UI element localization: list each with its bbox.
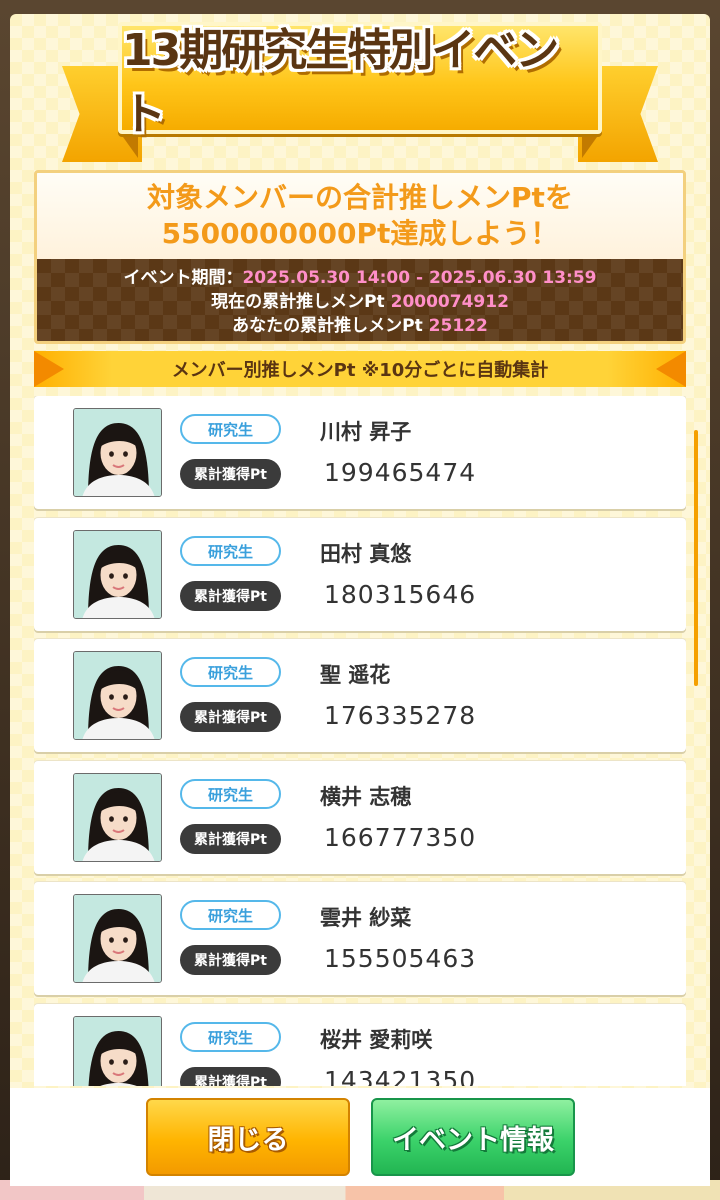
member-points: 180315646 bbox=[324, 580, 477, 609]
goal-description: 対象メンバーの合計推しメンPtを 5500000000Pt達成しよう！ bbox=[37, 173, 683, 259]
member-name: 聖 遥花 bbox=[320, 663, 391, 687]
rank-badge: 研究生 bbox=[180, 1022, 281, 1052]
rank-badge: 研究生 bbox=[180, 779, 281, 809]
member-name: 雲井 紗菜 bbox=[320, 906, 412, 930]
points-label-badge: 累計獲得Pt bbox=[180, 581, 281, 611]
portrait-silhouette bbox=[74, 652, 161, 739]
current-total-label: 現在の累計推しメンPt bbox=[211, 291, 391, 312]
member-card[interactable]: 研究生 累計獲得Pt 聖 遥花 176335278 bbox=[34, 639, 686, 752]
points-label-badge: 累計獲得Pt bbox=[180, 702, 281, 732]
member-name: 横井 志穂 bbox=[320, 785, 412, 809]
event-period-value: 2025.05.30 14:00 - 2025.06.30 13:59 bbox=[242, 267, 597, 288]
member-points: 166777350 bbox=[324, 823, 477, 852]
points-label-badge: 累計獲得Pt bbox=[180, 459, 281, 489]
rank-badge: 研究生 bbox=[180, 900, 281, 930]
points-label-badge: 累計獲得Pt bbox=[180, 1067, 281, 1086]
member-list[interactable]: 研究生 累計獲得Pt 川村 昇子 199465474 研究生 累計獲得Pt 田村… bbox=[34, 396, 686, 1086]
member-photo bbox=[73, 894, 162, 983]
your-total-value: 25122 bbox=[428, 315, 488, 336]
portrait-silhouette bbox=[74, 531, 161, 618]
member-card[interactable]: 研究生 累計獲得Pt 川村 昇子 199465474 bbox=[34, 396, 686, 509]
member-points-header: メンバー別推しメンPt ※10分ごとに自動集計 bbox=[34, 351, 686, 387]
your-total: あなたの累計推しメンPt 25122 bbox=[232, 314, 488, 338]
event-period-label: イベント期間： bbox=[123, 267, 243, 288]
member-photo bbox=[73, 1016, 162, 1086]
member-card[interactable]: 研究生 累計獲得Pt 田村 真悠 180315646 bbox=[34, 518, 686, 631]
title-banner: 13期研究生特別イベント bbox=[118, 22, 602, 140]
points-label-badge: 累計獲得Pt bbox=[180, 945, 281, 975]
event-title: 13期研究生特別イベント bbox=[122, 25, 559, 140]
member-photo bbox=[73, 408, 162, 497]
member-points-header-label: メンバー別推しメンPt ※10分ごとに自動集計 bbox=[171, 360, 549, 381]
member-card[interactable]: 研究生 累計獲得Pt 雲井 紗菜 155505463 bbox=[34, 882, 686, 995]
current-total-value: 2000074912 bbox=[390, 291, 509, 312]
member-points: 176335278 bbox=[324, 701, 477, 730]
member-name: 桜井 愛莉咲 bbox=[320, 1028, 433, 1052]
member-photo bbox=[73, 530, 162, 619]
member-photo bbox=[73, 651, 162, 740]
goal-line-2: 5500000000Pt達成しよう！ bbox=[161, 217, 559, 250]
portrait-silhouette bbox=[74, 774, 161, 861]
rank-badge: 研究生 bbox=[180, 414, 281, 444]
dialog-footer: 閉じる イベント情報 bbox=[10, 1088, 710, 1186]
member-name: 川村 昇子 bbox=[320, 420, 412, 444]
points-label-badge: 累計獲得Pt bbox=[180, 824, 281, 854]
portrait-silhouette bbox=[74, 895, 161, 982]
member-card[interactable]: 研究生 累計獲得Pt 横井 志穂 166777350 bbox=[34, 761, 686, 874]
member-list-scrollbar[interactable] bbox=[694, 430, 698, 686]
member-card[interactable]: 研究生 累計獲得Pt 桜井 愛莉咲 143421350 bbox=[34, 1004, 686, 1086]
member-points: 143421350 bbox=[324, 1066, 477, 1086]
event-period: イベント期間：2025.05.30 14:00 - 2025.06.30 13:… bbox=[123, 266, 596, 290]
member-name: 田村 真悠 bbox=[320, 542, 412, 566]
event-stats: イベント期間：2025.05.30 14:00 - 2025.06.30 13:… bbox=[37, 259, 683, 341]
rank-badge: 研究生 bbox=[180, 657, 281, 687]
your-total-label: あなたの累計推しメンPt bbox=[232, 315, 429, 336]
current-total: 現在の累計推しメンPt 2000074912 bbox=[211, 290, 509, 314]
member-photo bbox=[73, 773, 162, 862]
rank-badge: 研究生 bbox=[180, 536, 281, 566]
close-button[interactable]: 閉じる bbox=[146, 1098, 350, 1176]
goal-line-1: 対象メンバーの合計推しメンPtを bbox=[147, 181, 573, 214]
event-goal-box: 対象メンバーの合計推しメンPtを 5500000000Pt達成しよう！ イベント… bbox=[34, 170, 686, 344]
portrait-silhouette bbox=[74, 409, 161, 496]
portrait-silhouette bbox=[74, 1017, 161, 1086]
event-info-button[interactable]: イベント情報 bbox=[371, 1098, 575, 1176]
member-points: 199465474 bbox=[324, 458, 477, 487]
member-points: 155505463 bbox=[324, 944, 477, 973]
